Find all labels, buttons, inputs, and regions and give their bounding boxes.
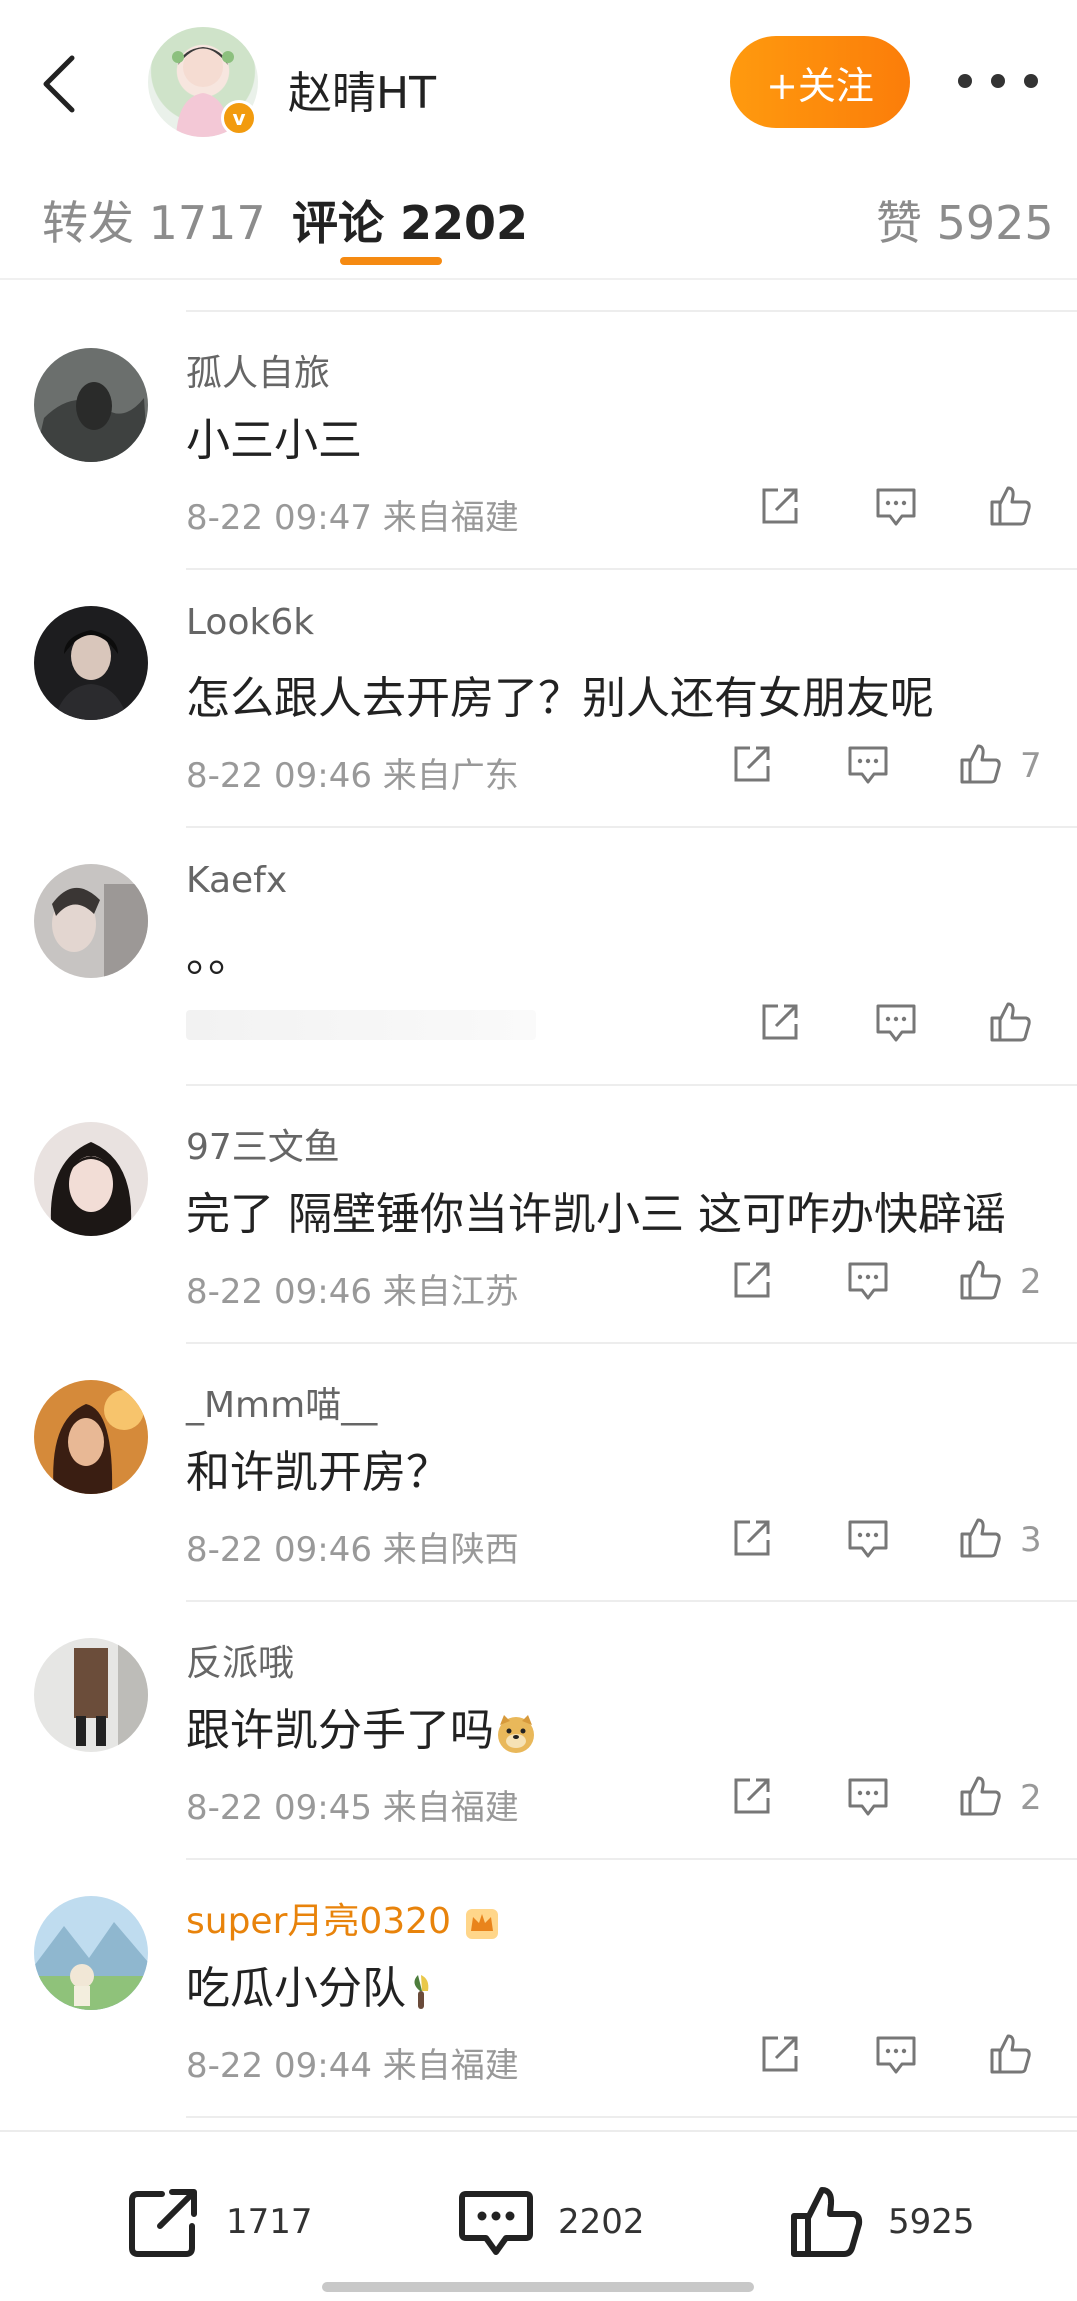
doge-emoji-icon [498,1715,534,1753]
follow-button[interactable]: +关注 [730,36,910,128]
comment-username[interactable]: 孤人自旅 [186,344,330,396]
comment-username[interactable]: Kaefx [186,860,287,901]
comment-text: 小三小三 [186,415,362,466]
comment-item: 孤人自旅 小三小三 8-22 09:47 来自福建 [0,312,1077,570]
comment-item: Kaefx 。。 [0,828,1077,1086]
avatar[interactable] [34,1122,148,1236]
like-count: 3 [1020,1520,1042,1560]
avatar[interactable] [34,1638,148,1752]
back-arrow-icon[interactable] [36,52,84,116]
comment-username[interactable]: super月亮0320 [186,1892,502,1944]
tab-bar: 转发 1717 评论 2202 赞 5925 [0,150,1077,280]
like-icon[interactable] [956,1514,1004,1562]
reply-icon[interactable] [844,1772,892,1820]
top-header: v 赵晴HT +关注 [0,0,1077,150]
home-indicator[interactable] [322,2282,754,2292]
comment-text: 吃瓜小分队 [186,1952,436,2016]
comment-text: 怎么跟人去开房了？别人还有女朋友呢 [186,673,934,724]
like-button[interactable]: 5925 [786,2182,975,2262]
like-icon[interactable] [986,2030,1034,2078]
comment-meta: 8-22 09:45 来自福建 [186,1788,519,1828]
active-tab-indicator [340,257,442,265]
blurred-meta [186,1010,536,1040]
more-options-icon[interactable] [958,66,1038,96]
comment-count: 2202 [558,2202,645,2242]
comment-username[interactable]: 97三文鱼 [186,1118,340,1170]
comment-text: 跟许凯分手了吗 [186,1694,538,1758]
verified-badge-icon: v [221,100,257,136]
share-icon[interactable] [728,1772,776,1820]
repost-count: 1717 [226,2202,313,2242]
comment-item: Look6k 怎么跟人去开房了？别人还有女朋友呢 8-22 09:46 来自广东… [0,570,1077,828]
avatar[interactable] [34,1380,148,1494]
comment-meta: 8-22 09:44 来自福建 [186,2046,519,2086]
comment-username[interactable]: _Mmm喵__ [186,1376,377,1428]
share-icon[interactable] [728,740,776,788]
comment-text-content: 跟许凯分手了吗 [186,1705,494,1756]
share-icon[interactable] [756,998,804,1046]
like-icon [791,2187,863,2257]
share-icon[interactable] [756,2030,804,2078]
share-icon[interactable] [728,1256,776,1304]
tab-reposts[interactable]: 转发 1717 [42,187,266,253]
comment-username[interactable]: 反派哦 [186,1634,294,1686]
repost-icon [129,2189,197,2257]
like-count: 2 [1020,1778,1042,1818]
comment-text: 和许凯开房？ [186,1447,450,1498]
like-icon[interactable] [986,482,1034,530]
reply-icon[interactable] [844,1256,892,1304]
comment-meta: 8-22 09:47 来自福建 [186,498,519,538]
melon-emoji-icon [414,1975,429,2009]
reply-icon[interactable] [872,2030,920,2078]
avatar[interactable] [34,864,148,978]
share-icon[interactable] [728,1514,776,1562]
like-count: 5925 [888,2202,975,2242]
share-icon[interactable] [756,482,804,530]
reply-icon[interactable] [872,998,920,1046]
reply-icon[interactable] [872,482,920,530]
comment-text-content: 吃瓜小分队 [186,1963,406,2014]
comment-item: 97三文鱼 完了 隔壁锤你当许凯小三 这可咋办快辟谣 8-22 09:46 来自… [0,1086,1077,1344]
like-icon[interactable] [956,1772,1004,1820]
comment-text: 完了 隔壁锤你当许凯小三 这可咋办快辟谣 [186,1189,1006,1240]
comment-item: _Mmm喵__ 和许凯开房？ 8-22 09:46 来自陕西 3 [0,1344,1077,1602]
reply-icon[interactable] [844,1514,892,1562]
like-count: 2 [1020,1262,1042,1302]
crown-badge-icon [466,1909,499,1939]
comment-meta: 8-22 09:46 来自广东 [186,756,519,796]
repost-button[interactable]: 1717 [124,2182,313,2262]
divider [186,2116,1077,2118]
comment-text: 。。 [186,931,252,982]
bottom-action-bar: 1717 2202 5925 [0,2130,1077,2301]
like-icon[interactable] [986,998,1034,1046]
comment-item: 反派哦 跟许凯分手了吗 8-22 09:45 来自福建 2 [0,1602,1077,1860]
comment-button[interactable]: 2202 [456,2182,645,2262]
tab-likes[interactable]: 赞 5925 [876,187,1054,253]
like-icon[interactable] [956,1256,1004,1304]
like-icon[interactable] [956,740,1004,788]
tab-comments[interactable]: 评论 2202 [292,187,528,253]
reply-icon[interactable] [844,740,892,788]
like-count: 7 [1020,746,1042,786]
comment-icon [459,2191,533,2255]
comment-username[interactable]: Look6k [186,602,314,643]
avatar[interactable] [34,1896,148,2010]
vip-username-text: super月亮0320 [186,1901,451,1942]
comment-meta: 8-22 09:46 来自陕西 [186,1530,519,1570]
comment-item: super月亮0320 吃瓜小分队 8-22 09:44 来自福建 [0,1860,1077,2118]
avatar[interactable] [34,348,148,462]
comment-meta: 8-22 09:46 来自江苏 [186,1272,519,1312]
profile-name[interactable]: 赵晴HT [288,57,436,121]
avatar[interactable] [34,606,148,720]
